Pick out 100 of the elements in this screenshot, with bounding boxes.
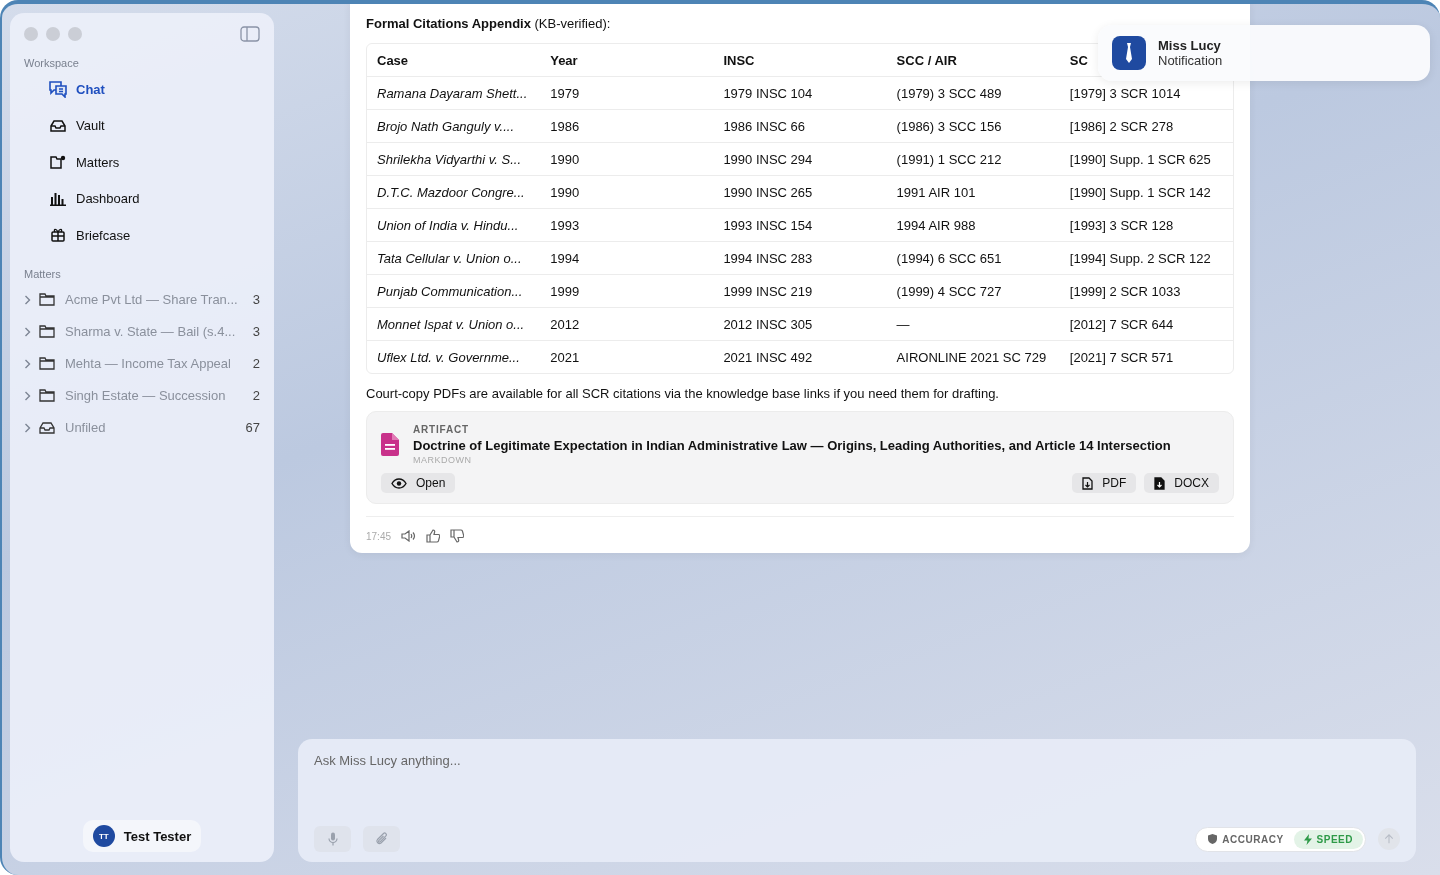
table-cell-text: 2021 <box>549 349 580 365</box>
paperclip-icon <box>374 832 389 846</box>
table-cell-text: D.T.C. Mazdoor Congre... <box>376 184 525 200</box>
sidebar-toggle-icon[interactable] <box>240 26 260 42</box>
app-icon <box>1112 36 1146 70</box>
table-cell-text: [1979] 3 SCR 1014 <box>1068 85 1181 101</box>
file-download-icon <box>1154 476 1166 490</box>
nav-item[interactable]: Dashboard <box>24 180 260 217</box>
mode-option[interactable]: ACCURACY <box>1198 829 1294 849</box>
artifact-title: Doctrine of Legitimate Expectation in Indian Administrative Law — Origins, Leading Authorities, and Article 14 Intersection <box>413 438 1171 453</box>
table-cell-text: (1979) 3 SCC 489 <box>895 85 1002 101</box>
table-cell-text: 1991 AIR 101 <box>895 184 976 200</box>
table-cell-text: Ramana Dayaram Shett... <box>376 85 528 101</box>
table-cell-text: [1999] 2 SCR 1033 <box>1068 283 1181 299</box>
table-cell-text: 1990 <box>549 151 580 167</box>
shield-icon <box>1208 834 1218 844</box>
table-cell-text: Punjab Communication... <box>376 283 523 299</box>
message-heading: Formal Citations Appendix (KB-verified): <box>366 16 612 31</box>
microphone-icon <box>327 832 338 846</box>
matter-item[interactable]: Singh Estate — Succession 2 <box>24 379 260 412</box>
table-cell-text: 1994 AIR 988 <box>895 217 976 233</box>
table-cell-text: — <box>895 316 910 332</box>
matter-item[interactable]: Unfiled 67 <box>24 411 260 444</box>
table-cell-text: Union of India v. Hindu... <box>376 217 519 233</box>
user-chip[interactable]: TT Test Tester <box>82 820 202 852</box>
bar-chart-icon <box>48 191 68 206</box>
chevron-right-icon <box>24 326 31 337</box>
table-cell-text: Shrilekha Vidyarthi v. S... <box>376 151 522 167</box>
artifact-label: ARTIFACT <box>413 424 470 435</box>
table-cell-text: 2021 INSC 492 <box>722 349 813 365</box>
download-button[interactable]: DOCX <box>1144 473 1219 493</box>
gift-icon <box>48 227 68 244</box>
thumbs-down-icon[interactable] <box>450 529 465 543</box>
table-cell-text: 1990 INSC 294 <box>722 151 813 167</box>
column-header: INSC <box>722 52 755 68</box>
table-cell-text: 1979 INSC 104 <box>722 85 813 101</box>
message-input[interactable]: Ask Miss Lucy anything... <box>314 751 1400 770</box>
nav-item[interactable]: Chat <box>24 71 260 108</box>
table-cell-text: 1979 <box>549 85 580 101</box>
window-zoom-button[interactable] <box>68 27 82 41</box>
table-cell-text: 1990 <box>549 184 580 200</box>
document-icon <box>381 433 399 456</box>
section-heading: Matters <box>24 267 62 280</box>
table-cell-text: [2021] 7 SCR 571 <box>1068 349 1174 365</box>
folder-icon <box>39 389 55 402</box>
column-header: SC <box>1068 52 1088 68</box>
column-header: SCC / AIR <box>895 52 957 68</box>
matter-item[interactable]: Acme Pvt Ltd — Share Tran... 3 <box>24 283 260 316</box>
folder-icon <box>39 293 55 306</box>
table-cell-text: Monnet Ispat v. Union o... <box>376 316 525 332</box>
chevron-right-icon <box>24 358 31 369</box>
chevron-right-icon <box>24 390 31 401</box>
chat-icon <box>48 80 68 99</box>
window-minimize-button[interactable] <box>46 27 60 41</box>
table-cell-text: 2012 INSC 305 <box>722 316 813 332</box>
microphone-button[interactable] <box>314 826 351 852</box>
notification-text: Notification <box>1158 53 1223 68</box>
matter-item[interactable]: Sharma v. State — Bail (s.4... 3 <box>24 315 260 348</box>
lightning-icon <box>1303 833 1312 845</box>
table-cell-text: 1993 INSC 154 <box>722 217 813 233</box>
send-button[interactable] <box>1378 828 1400 850</box>
table-cell-text: 1999 <box>549 283 580 299</box>
message-text: Court-copy PDFs are available for all SCR citations via the knowledge base links if you need them for drafting. <box>366 386 1000 401</box>
speaker-icon[interactable] <box>401 530 417 542</box>
file-download-icon <box>1082 476 1094 490</box>
table-cell-text: AIRONLINE 2021 SC 729 <box>895 349 1047 365</box>
artifact-format: MARKDOWN <box>413 455 473 465</box>
nav-item[interactable]: Matters <box>24 144 260 181</box>
table-cell-text: (1999) 4 SCC 727 <box>895 283 1002 299</box>
thumbs-up-icon[interactable] <box>426 529 441 543</box>
folder-icon <box>39 325 55 338</box>
tray-icon <box>48 117 68 134</box>
open-button[interactable]: Open <box>381 473 456 493</box>
download-button[interactable]: PDF <box>1072 473 1137 493</box>
table-cell-text: [1993] 3 SCR 128 <box>1068 217 1174 233</box>
table-cell-text: 1999 INSC 219 <box>722 283 813 299</box>
nav-item[interactable]: Briefcase <box>24 217 260 254</box>
table-cell-text: [1990] Supp. 1 SCR 142 <box>1068 184 1211 200</box>
message-time: 17:45 <box>366 530 392 542</box>
matter-item[interactable]: Mehta — Income Tax Appeal 2 <box>24 347 260 380</box>
tray-icon <box>39 421 55 434</box>
table-cell-text: 2012 <box>549 316 580 332</box>
folder-gear-icon <box>48 154 68 171</box>
window-close-button[interactable] <box>24 27 38 41</box>
chevron-right-icon <box>24 294 31 305</box>
table-cell-text: 1994 INSC 283 <box>722 250 813 266</box>
notification-banner[interactable]: Miss Lucy Notification <box>1098 25 1430 81</box>
arrow-up-icon <box>1384 833 1394 845</box>
table-cell-text: (1991) 1 SCC 212 <box>895 151 1002 167</box>
column-header: Year <box>549 52 578 68</box>
table-cell-text: 1986 <box>549 118 580 134</box>
table-cell-text: [1990] Supp. 1 SCR 625 <box>1068 151 1211 167</box>
table-cell-text: Brojo Nath Ganguly v.... <box>376 118 515 134</box>
table-cell-text: [1994] Supp. 2 SCR 122 <box>1068 250 1211 266</box>
notification-title: Miss Lucy <box>1158 38 1222 53</box>
nav-item[interactable]: Vault <box>24 107 260 144</box>
table-cell-text: (1994) 6 SCC 651 <box>895 250 1002 266</box>
attach-button[interactable] <box>363 826 400 852</box>
table-cell-text: 1986 INSC 66 <box>722 118 806 134</box>
table-cell-text: 1994 <box>549 250 580 266</box>
